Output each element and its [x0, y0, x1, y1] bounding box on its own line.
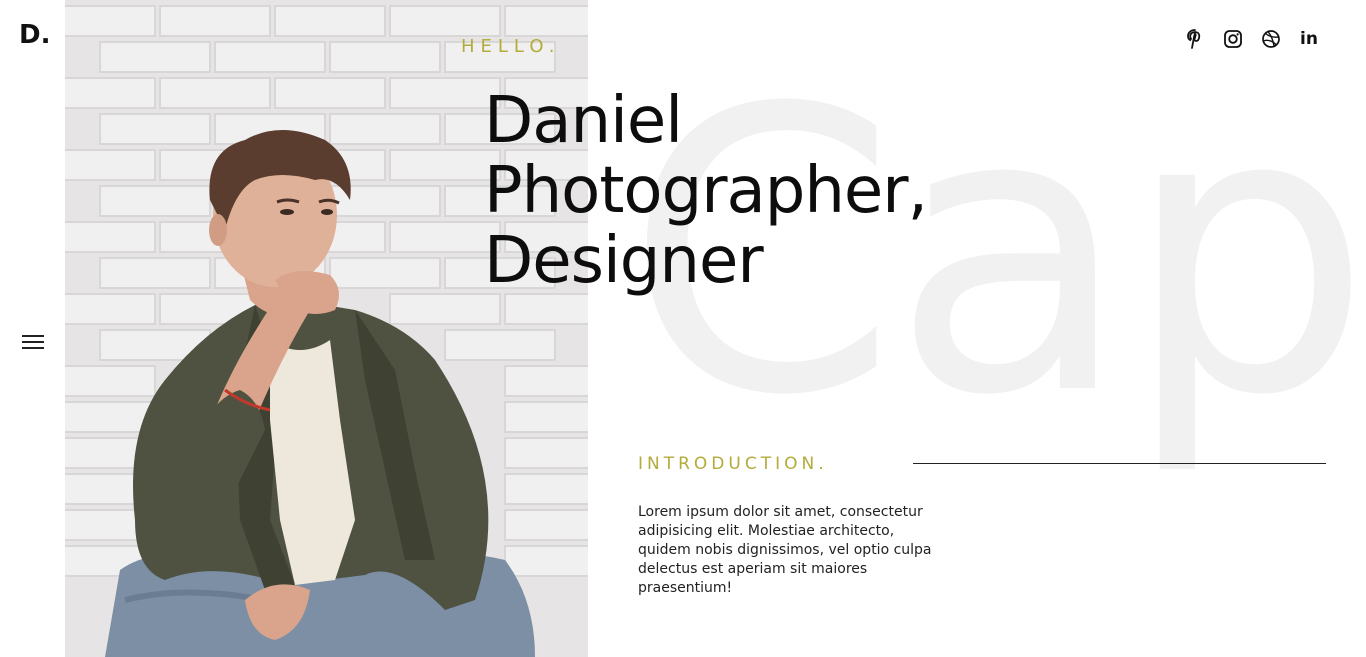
pinterest-icon[interactable] [1184, 28, 1206, 50]
headline-line: Photographer, [484, 154, 928, 228]
social-links: in [1184, 28, 1320, 50]
linkedin-icon[interactable]: in [1298, 28, 1320, 50]
menu-bar [22, 341, 44, 343]
headline-line: Daniel [484, 84, 683, 158]
menu-bar [22, 347, 44, 349]
greeting-label: HELLO. [461, 36, 561, 57]
introduction-text: Lorem ipsum dolor sit amet, consectetur … [638, 504, 932, 596]
introduction-heading: INTRODUCTION. [638, 454, 828, 474]
hero-headline: Daniel Photographer, Designer [484, 84, 928, 298]
site-logo[interactable]: D. [19, 20, 50, 50]
divider-line [913, 463, 1326, 464]
menu-button[interactable] [22, 333, 44, 351]
headline-line: Designer [484, 224, 764, 298]
menu-bar [22, 335, 44, 337]
instagram-icon[interactable] [1222, 28, 1244, 50]
dribbble-icon[interactable] [1260, 28, 1282, 50]
page: D. Cap HELLO. Daniel Photographer, Desig… [0, 0, 1366, 657]
